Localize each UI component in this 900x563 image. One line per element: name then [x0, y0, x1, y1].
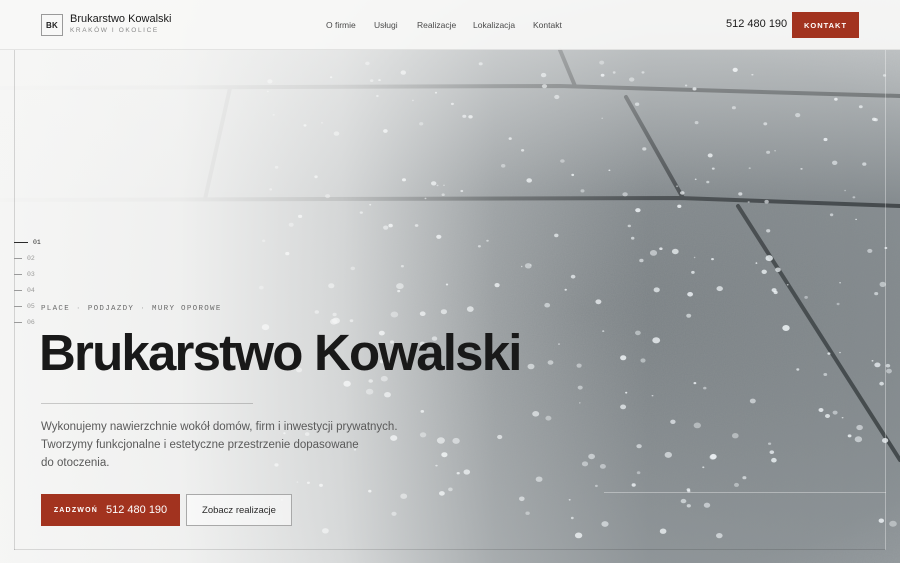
tag-mury-oporowe: MURY OPOROWE [152, 305, 222, 313]
site-header: BK Brukarstwo Kowalski KRAKÓW I OKOLICE … [0, 0, 900, 50]
brand-tagline: KRAKÓW I OKOLICE [70, 27, 159, 34]
hero-divider [41, 403, 253, 404]
slide-tick [14, 321, 22, 323]
nav-item-o-firmie[interactable]: O firmie [326, 20, 356, 30]
call-button[interactable]: ZADZWOŃ 512 480 190 [41, 494, 180, 526]
hero-description: Wykonujemy nawierzchnie wokół domów, fir… [41, 418, 411, 472]
slide-dot-03[interactable]: 03 [14, 269, 35, 279]
call-button-label: ZADZWOŃ [53, 506, 98, 514]
slide-tick [14, 257, 22, 259]
service-tags: PLACE · PODJAZDY · MURY OPOROWE [41, 305, 222, 313]
slide-tick [14, 273, 22, 275]
slide-dot-01[interactable]: 01 [14, 237, 41, 247]
contact-button[interactable]: KONTAKT [792, 12, 859, 38]
slide-number: 01 [33, 238, 41, 246]
tag-separator: · [140, 305, 147, 313]
slide-number: 04 [27, 286, 35, 294]
hero-description-line: Wykonujemy nawierzchnie wokół domów, fir… [41, 421, 398, 433]
header-phone-link[interactable]: 512 480 190 [726, 18, 787, 30]
slide-dot-02[interactable]: 02 [14, 253, 35, 263]
hero-description-line: Tworzymy funkcjonalne i estetyczne przes… [41, 439, 359, 451]
see-works-button[interactable]: Zobacz realizacje [186, 494, 292, 526]
slide-number: 02 [27, 254, 35, 262]
slide-dot-06[interactable]: 06 [14, 317, 35, 327]
slide-number: 06 [27, 318, 35, 326]
slide-tick [14, 241, 28, 243]
frame-left-line [14, 50, 15, 550]
nav-item-lokalizacja[interactable]: Lokalizacja [473, 20, 515, 30]
nav-item-uslugi[interactable]: Usługi [374, 20, 398, 30]
brand-name[interactable]: Brukarstwo Kowalski [70, 13, 171, 25]
slide-tick [14, 289, 22, 291]
frame-right-line [885, 50, 886, 550]
nav-item-kontakt[interactable]: Kontakt [533, 20, 562, 30]
hero-description-line: do otoczenia. [41, 457, 110, 469]
tag-place: PLACE [41, 305, 71, 313]
hero-background-image [0, 0, 900, 563]
logo-mark[interactable]: BK [41, 14, 63, 36]
tag-separator: · [76, 305, 82, 313]
slide-dot-04[interactable]: 04 [14, 285, 35, 295]
slide-tick [14, 305, 22, 307]
call-button-number: 512 480 190 [106, 504, 168, 516]
slide-number: 03 [27, 270, 35, 278]
tag-podjazdy: PODJAZDY [87, 305, 135, 313]
frame-bottom-line [14, 549, 886, 550]
nav-item-realizacje[interactable]: Realizacje [417, 20, 456, 30]
frame-decor-line [604, 492, 886, 493]
slide-dot-05[interactable]: 05 [14, 301, 35, 311]
slide-number: 05 [27, 302, 35, 310]
hero-title: Brukarstwo Kowalski [39, 324, 522, 381]
